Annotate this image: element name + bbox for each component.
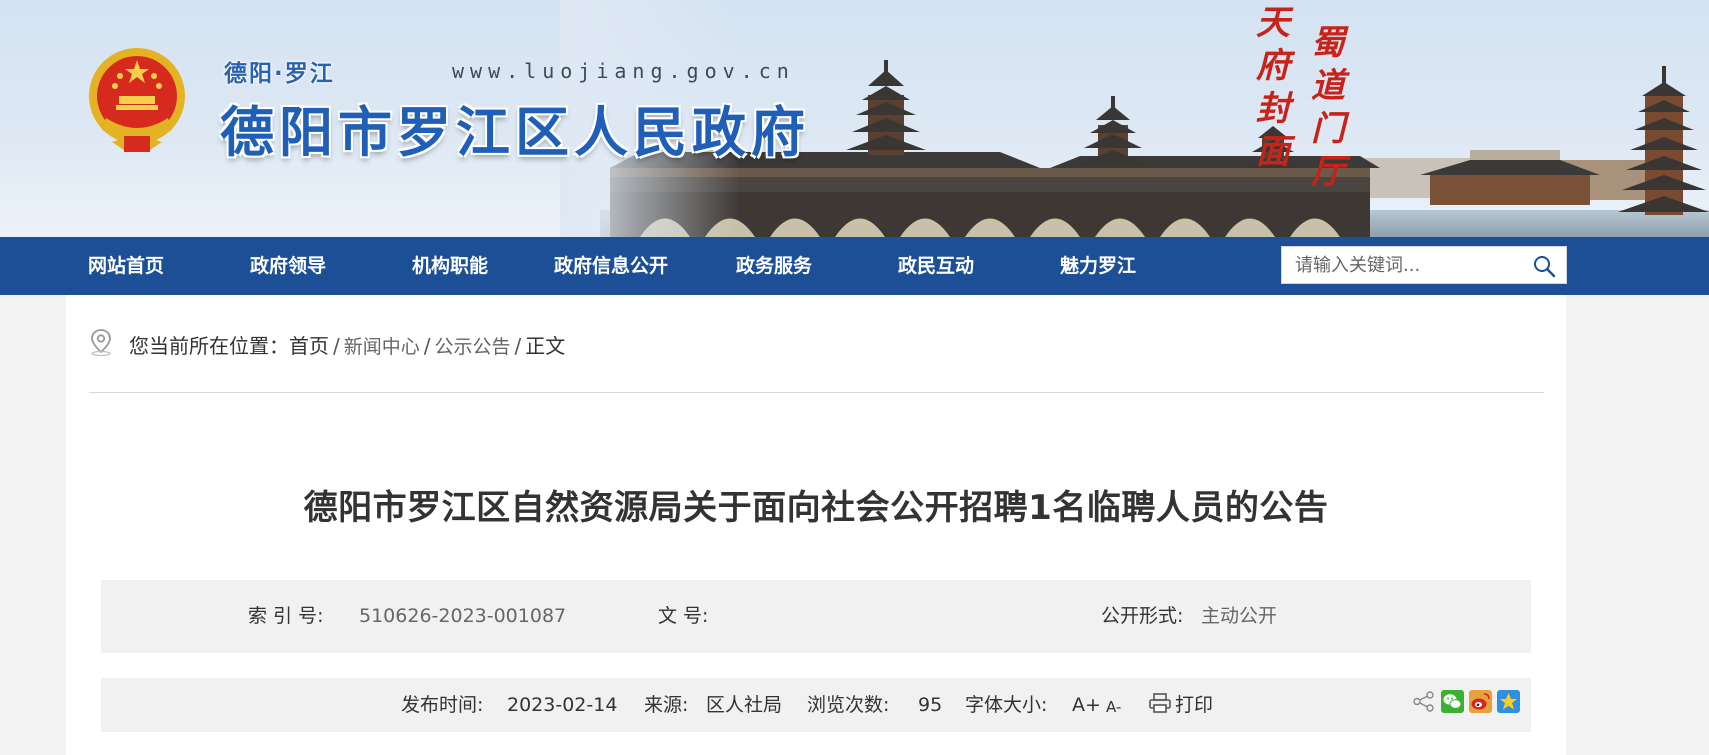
breadcrumb-label: 您当前所在位置： — [129, 334, 289, 358]
divider — [89, 392, 1544, 393]
font-size-label: 字体大小: — [965, 694, 1048, 716]
publish-time-value: 2023-02-14 — [507, 694, 618, 716]
breadcrumb-home[interactable]: 首页 — [289, 334, 329, 358]
site-title: 德阳市罗江区人民政府 — [220, 101, 810, 164]
source-label: 来源: — [644, 694, 689, 716]
print-button[interactable]: 打印 — [1175, 678, 1213, 732]
view-count-value: 95 — [918, 694, 943, 716]
article-title: 德阳市罗江区自然资源局关于面向社会公开招聘1名临聘人员的公告 — [303, 488, 1329, 528]
nav-item-leaders[interactable]: 政府领导 — [250, 237, 326, 295]
nav-item-interaction[interactable]: 政民互动 — [898, 237, 974, 295]
site-subtitle: 德阳·罗江 — [224, 61, 335, 87]
printer-icon[interactable] — [1149, 693, 1171, 713]
view-count-label: 浏览次数: — [807, 694, 890, 716]
index-number-value: 510626-2023-001087 — [359, 605, 567, 627]
nav-item-info-disclosure[interactable]: 政府信息公开 — [554, 237, 668, 295]
font-increase-button[interactable]: A+ — [1072, 678, 1101, 732]
index-number-label: 索 引 号: — [248, 605, 324, 627]
breadcrumb-separator: / — [423, 334, 431, 358]
share-icon[interactable] — [1412, 690, 1435, 713]
nav-item-home[interactable]: 网站首页 — [88, 237, 164, 295]
qzone-icon[interactable] — [1497, 690, 1520, 713]
font-decrease-button[interactable]: A- — [1106, 680, 1121, 734]
breadcrumb: 您当前所在位置：首页 / 新闻中心 / 公示公告 / 正文 — [129, 330, 565, 359]
search-input[interactable] — [1282, 247, 1522, 283]
disclosure-form-value: 主动公开 — [1201, 605, 1278, 627]
breadcrumb-announcements[interactable]: 公示公告 — [435, 336, 511, 358]
disclosure-form-label: 公开形式: — [1101, 605, 1184, 627]
nav-item-charm[interactable]: 魅力罗江 — [1060, 237, 1136, 295]
national-emblem-icon — [89, 48, 185, 152]
search-icon[interactable] — [1532, 254, 1556, 278]
wechat-icon[interactable] — [1441, 690, 1464, 713]
breadcrumb-current: 正文 — [525, 334, 566, 358]
doc-number-label: 文 号: — [658, 605, 709, 627]
calligraphy-left: 天府封面 — [1256, 3, 1290, 172]
article-meta-box: 索 引 号: 510626-2023-001087 文 号: 公开形式: 主动公… — [101, 580, 1531, 653]
content-card: 您当前所在位置：首页 / 新闻中心 / 公示公告 / 正文 德阳市罗江区自然资源局关于面向社… — [66, 295, 1566, 755]
breadcrumb-separator: / — [333, 334, 340, 358]
weibo-icon[interactable] — [1469, 690, 1492, 713]
site-url: www.luojiang.gov.cn — [452, 59, 795, 83]
calligraphy-right: 蜀道门厅 — [1311, 23, 1345, 192]
header-banner: 德阳·罗江 www.luojiang.gov.cn 德阳市罗江区人民政府 天府封… — [0, 0, 1709, 237]
location-pin-icon — [91, 329, 111, 356]
article-info-bar: 发布时间: 2023-02-14 来源: 区人社局 浏览次数: 95 字体大小:… — [101, 678, 1531, 732]
source-value: 区人社局 — [706, 694, 783, 716]
breadcrumb-news-center[interactable]: 新闻中心 — [344, 336, 420, 358]
breadcrumb-separator: / — [514, 334, 522, 358]
nav-item-functions[interactable]: 机构职能 — [412, 237, 488, 295]
search-box — [1281, 246, 1567, 284]
publish-time-label: 发布时间: — [401, 694, 484, 716]
nav-item-services[interactable]: 政务服务 — [736, 237, 812, 295]
